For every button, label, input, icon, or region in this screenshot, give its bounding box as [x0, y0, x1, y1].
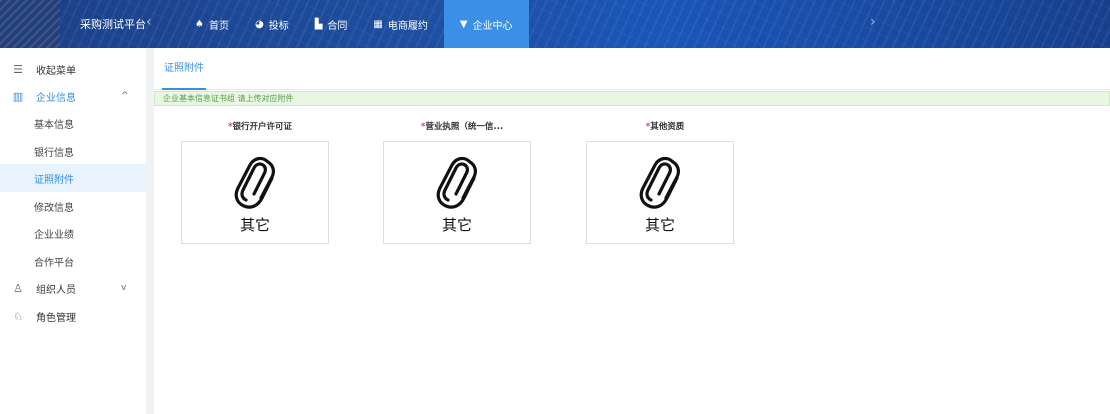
card-caption: 其它 — [644, 216, 675, 234]
logo — [0, 0, 60, 48]
nav-scroll-left-icon[interactable]: ‹ — [146, 14, 152, 30]
nav-label: 首页 — [208, 20, 229, 32]
collapse-menu-button[interactable]: ☰ 收起菜单 — [0, 55, 147, 83]
contract-icon: ▙ — [314, 18, 323, 30]
sidebar-group-enterprise-info[interactable]: ▥ 企业信息 ^ — [0, 82, 147, 110]
nav-scroll-right-icon[interactable]: › — [870, 14, 876, 30]
sidebar-group-organization[interactable]: ♙ 组织人员 v — [0, 274, 147, 302]
chevron-down-icon: v — [121, 283, 127, 293]
sidebar-item-basic-info[interactable]: 基本信息 — [0, 109, 147, 137]
sidebar-item-license-attachments[interactable]: 证照附件 — [0, 164, 147, 192]
nav-enterprise-center[interactable]: ▼ 企业中心 — [443, 0, 529, 48]
attachment-card-business-license[interactable]: 其它 — [383, 141, 531, 244]
platform-title: 采购测试平台 — [80, 18, 146, 31]
attachment-card-bank-permit[interactable]: 其它 — [181, 141, 329, 244]
top-navigation-bar: 采购测试平台 ‹ ♠ 首页 ◕ 投标 ▙ 合同 ▦ 电商履约 ▼ 企业中心 › — [0, 0, 1110, 48]
info-notice: 企业基本信息证书组 请上传对应附件 — [154, 91, 1110, 106]
org-icon: ♙ — [13, 281, 23, 295]
main-content: 证照附件 企业基本信息证书组 请上传对应附件 *银行开户许可证 其它 *营业执照… — [154, 48, 1110, 414]
sidebar-item-performance[interactable]: 企业业绩 — [0, 219, 147, 247]
paperclip-icon — [234, 156, 275, 209]
chevron-up-icon: ^ — [121, 91, 129, 101]
paperclip-icon — [436, 156, 477, 209]
bid-icon: ◕ — [254, 18, 264, 30]
main-nav: ♠ 首页 ◕ 投标 ▙ 合同 ▦ 电商履约 ▼ 企业中心 — [185, 0, 529, 48]
attachment-card-other-qualifications[interactable]: 其它 — [586, 141, 734, 244]
card-label-other-qualifications: *其他资质 — [645, 122, 685, 132]
building-icon: ▥ — [12, 89, 24, 103]
nav-home[interactable]: ♠ 首页 — [185, 0, 239, 48]
enterprise-icon: ▼ — [459, 18, 468, 30]
sidebar-group-role-management[interactable]: ♘ 角色管理 — [0, 302, 147, 330]
sidebar-item-bank-info[interactable]: 银行信息 — [0, 137, 147, 165]
sidebar-item-partner-platform[interactable]: 合作平台 — [0, 247, 147, 275]
card-caption: 其它 — [239, 216, 270, 234]
collapse-menu-icon: ☰ — [13, 62, 23, 76]
nav-label: 投标 — [268, 20, 289, 32]
ecommerce-icon: ▦ — [373, 18, 383, 30]
tab-license-attachments[interactable]: 证照附件 — [162, 62, 206, 90]
card-label-business-license: *营业执照（统一信... — [420, 122, 504, 132]
nav-ecommerce[interactable]: ▦ 电商履约 — [363, 0, 437, 48]
nav-label: 电商履约 — [387, 20, 428, 32]
sidebar-item-modify-info[interactable]: 修改信息 — [0, 192, 147, 220]
nav-bid[interactable]: ◕ 投标 — [245, 0, 299, 48]
nav-label: 合同 — [327, 20, 348, 32]
tab-bar: 证照附件 — [154, 48, 1110, 90]
card-label-bank-permit: *银行开户许可证 — [228, 122, 292, 132]
role-icon: ♘ — [13, 309, 23, 323]
paperclip-icon — [639, 156, 680, 209]
home-icon: ♠ — [195, 18, 204, 30]
card-caption: 其它 — [441, 216, 472, 234]
sidebar: ☰ 收起菜单 ▥ 企业信息 ^ 基本信息 银行信息 证照附件 修改信息 企业业绩… — [0, 48, 147, 414]
nav-label: 企业中心 — [472, 20, 513, 32]
sidebar-gutter — [147, 48, 154, 414]
nav-contract[interactable]: ▙ 合同 — [305, 0, 358, 48]
header-background — [0, 0, 1110, 48]
